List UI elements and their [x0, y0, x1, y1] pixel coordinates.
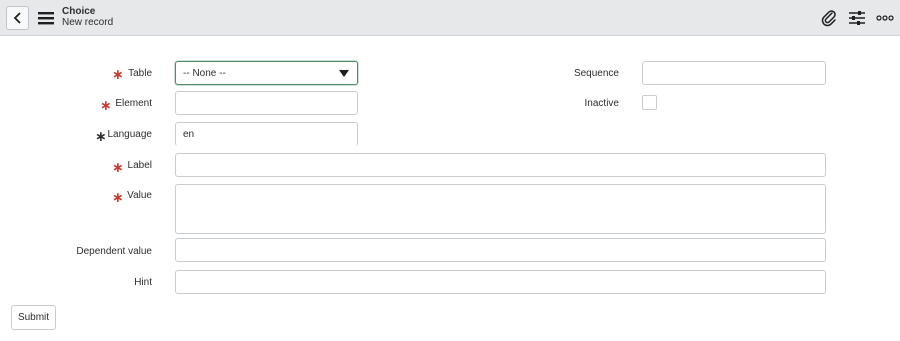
- back-icon: [13, 12, 21, 24]
- dropdown-caret-icon: [339, 70, 349, 77]
- sequence-label: Sequence: [573, 68, 619, 79]
- value-textarea[interactable]: [175, 184, 826, 234]
- inactive-checkbox[interactable]: [642, 95, 657, 110]
- dependent-value-label: Dependent value: [76, 246, 152, 257]
- table-label: Table: [128, 68, 152, 79]
- value-label: Value: [127, 190, 152, 201]
- language-label: Language: [107, 129, 153, 140]
- more-options-icon[interactable]: [876, 9, 894, 27]
- page-title: Choice: [62, 6, 96, 17]
- form-header: Choice New record: [0, 0, 900, 36]
- table-select[interactable]: -- None --: [175, 61, 358, 85]
- language-input[interactable]: en: [175, 122, 358, 146]
- element-label: Element: [115, 98, 152, 109]
- element-input[interactable]: [175, 91, 358, 115]
- header-titles: Choice New record: [62, 6, 113, 28]
- hint-input[interactable]: [175, 270, 826, 294]
- dependent-value-input[interactable]: [175, 238, 826, 262]
- submit-button[interactable]: Submit: [11, 305, 56, 330]
- sequence-input[interactable]: [642, 61, 826, 85]
- label-input[interactable]: [175, 153, 826, 177]
- hint-label: Hint: [134, 277, 152, 288]
- page-subtitle: New record: [62, 17, 114, 28]
- settings-sliders-icon[interactable]: [848, 9, 866, 27]
- inactive-label: Inactive: [584, 98, 619, 109]
- paperclip-icon[interactable]: [820, 9, 838, 27]
- label-field-label: Label: [127, 160, 152, 171]
- language-input-value: en: [183, 129, 195, 140]
- table-select-value: -- None --: [183, 67, 226, 79]
- hamburger-menu-icon[interactable]: [38, 10, 54, 26]
- back-button[interactable]: [6, 6, 29, 30]
